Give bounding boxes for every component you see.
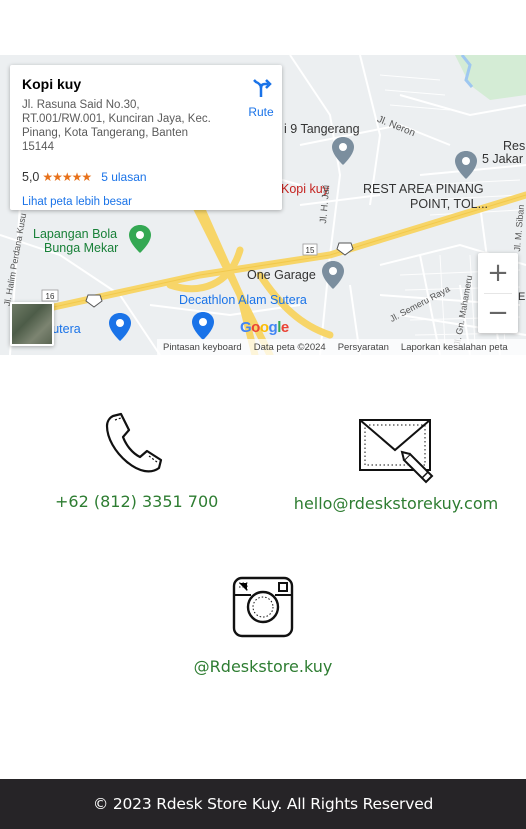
zoom-divider [484, 293, 512, 294]
footer-bar: © 2023 Rdesk Store Kuy. All Rights Reser… [0, 779, 526, 829]
zoom-control: + − [478, 253, 518, 333]
google-logo-letter: e [280, 319, 289, 336]
road-shield-15: 15 [306, 246, 315, 255]
phone-number[interactable]: +62 (812) 3351 700 [55, 492, 218, 511]
embedded-map[interactable]: 15 16 i 9 Tangerang Jl. Neron Res 5 Jaka… [0, 55, 526, 355]
zoom-in-button[interactable]: + [478, 253, 518, 293]
zoom-out-button[interactable]: − [478, 293, 518, 333]
map-label-rest-area-2: 5 Jakar [482, 152, 523, 166]
place-rating-row: 5,0 ★★★★★ 5 ulasan [22, 170, 147, 184]
map-attribution-bar: Pintasan keyboard Data peta ©2024 Persya… [157, 339, 526, 355]
directions-button[interactable]: Rute [236, 77, 286, 119]
phone-icon [105, 412, 163, 473]
email-contact[interactable]: hello@rdeskstorekuy.com [281, 410, 511, 513]
map-label-rest-area-pinang: REST AREA PINANG [363, 182, 484, 196]
instagram-contact[interactable]: @Rdeskstore.kuy [180, 575, 346, 676]
copyright-text: © 2023 Rdesk Store Kuy. All Rights Reser… [92, 795, 434, 813]
phone-contact[interactable]: +62 (812) 3351 700 [55, 410, 218, 511]
report-error-link[interactable]: Laporkan kesalahan peta [401, 342, 508, 353]
email-address[interactable]: hello@rdeskstorekuy.com [281, 494, 511, 513]
directions-label: Rute [248, 105, 274, 119]
map-label-school: i 9 Tangerang [284, 122, 360, 136]
place-rating-value: 5,0 [22, 170, 40, 184]
map-data-text: Data peta ©2024 [253, 341, 326, 353]
place-name: Kopi kuy [22, 76, 82, 92]
instagram-icon [232, 576, 294, 638]
map-label-rest-area: Res [503, 139, 526, 153]
place-address: Jl. Rasuna Said No.30, RT.001/RW.001, Ku… [22, 99, 211, 153]
map-label-edge-e: E [518, 291, 526, 303]
place-reviews-link[interactable]: 5 ulasan [101, 170, 146, 184]
map-label-lapangan-2: Bunga Mekar [44, 241, 119, 255]
satellite-toggle-button[interactable] [10, 302, 54, 346]
directions-icon [253, 79, 272, 97]
google-logo-letter: o [251, 319, 260, 336]
google-logo: Google [240, 319, 289, 336]
view-larger-map-link[interactable]: Lihat peta lebih besar [22, 196, 132, 208]
map-label-rest-area-pinang-2: POINT, TOL... [410, 197, 489, 211]
map-label-decathlon: Decathlon Alam Sutera [179, 293, 307, 307]
keyboard-shortcuts-link[interactable]: Pintasan keyboard [163, 342, 242, 353]
road-shield-16: 16 [46, 292, 55, 301]
terms-link[interactable]: Persyaratan [338, 342, 389, 353]
map-label-lapangan: Lapangan Bola [33, 227, 118, 241]
place-info-card: Kopi kuy Jl. Rasuna Said No.30, RT.001/R… [10, 65, 282, 210]
google-logo-letter: g [268, 319, 278, 336]
instagram-handle[interactable]: @Rdeskstore.kuy [180, 657, 346, 676]
envelope-icon [359, 419, 434, 484]
rating-stars-icon: ★★★★★ [42, 170, 92, 184]
google-logo-letter: G [240, 319, 252, 336]
map-label-one-garage: One Garage [247, 268, 316, 282]
google-logo-letter: o [259, 319, 269, 336]
